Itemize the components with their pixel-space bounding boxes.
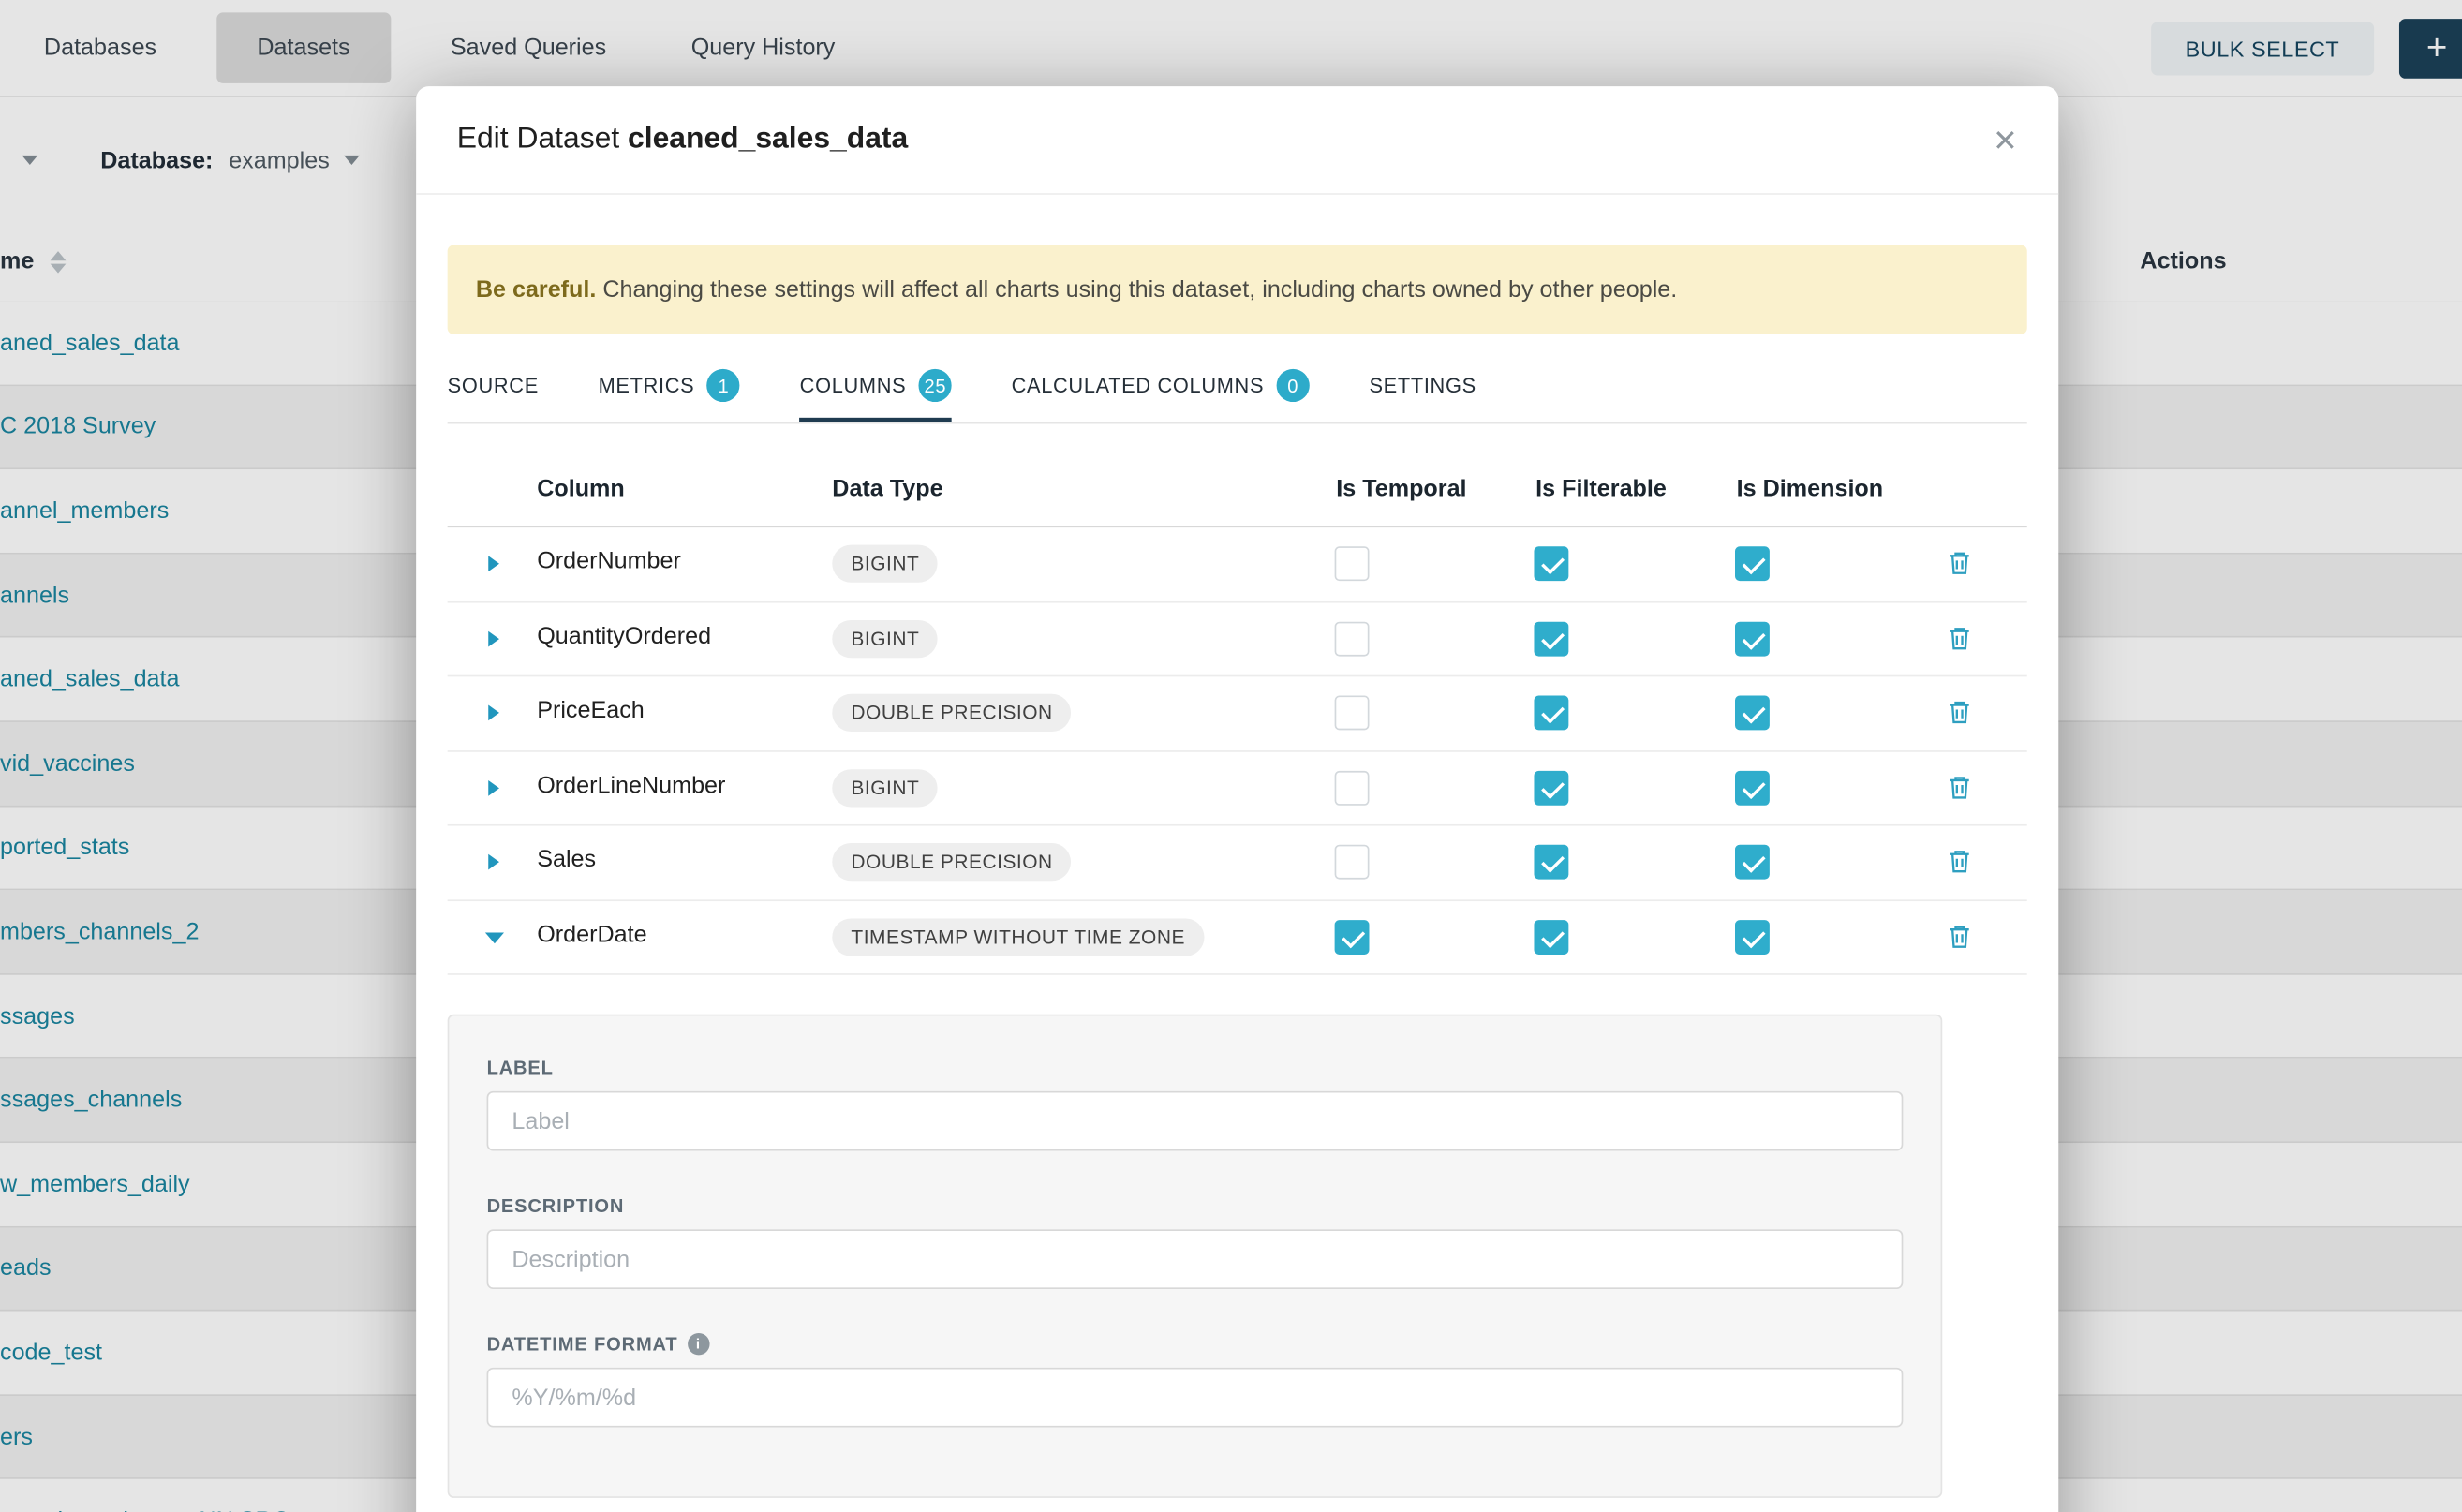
table-row: PriceEach DOUBLE PRECISION <box>448 676 2027 751</box>
delete-column-icon[interactable] <box>1947 923 1972 949</box>
checkbox-is-dimension[interactable] <box>1735 845 1770 880</box>
delete-column-icon[interactable] <box>1947 550 1972 576</box>
checkbox-is-temporal[interactable] <box>1335 546 1370 581</box>
data-type-pill: DOUBLE PRECISION <box>832 843 1072 881</box>
columns-table: Column Data Type Is Temporal Is Filterab… <box>448 458 2027 1498</box>
checkbox-is-filterable[interactable] <box>1534 621 1568 656</box>
modal-title-dataset-name: cleaned_sales_data <box>628 123 908 156</box>
data-type-pill: BIGINT <box>832 768 938 806</box>
expand-caret-icon[interactable] <box>488 854 499 870</box>
metrics-count-badge: 1 <box>707 369 740 402</box>
expand-caret-icon[interactable] <box>488 705 499 721</box>
header-is-temporal: Is Temporal <box>1336 476 1466 502</box>
warning-text: Be careful. Changing these settings will… <box>476 276 1677 303</box>
info-icon[interactable]: i <box>688 1333 709 1355</box>
tab-settings[interactable]: SETTINGS <box>1369 355 1476 422</box>
expand-caret-icon[interactable] <box>488 556 499 571</box>
modal-title: Edit Dataset cleaned_sales_data <box>457 123 909 157</box>
screen: Databases Datasets Saved Queries Query H… <box>0 0 2462 1512</box>
checkbox-is-temporal[interactable] <box>1335 770 1370 805</box>
table-row: OrderDate TIMESTAMP WITHOUT TIME ZONE <box>448 900 2027 975</box>
collapse-caret-icon[interactable] <box>485 932 504 943</box>
description-field-label: DESCRIPTION <box>487 1194 1904 1216</box>
warning-bold: Be careful. <box>476 276 597 303</box>
header-is-dimension: Is Dimension <box>1737 476 1883 502</box>
checkbox-is-dimension[interactable] <box>1735 621 1770 656</box>
columns-count-badge: 25 <box>919 369 952 402</box>
checkbox-is-dimension[interactable] <box>1735 770 1770 805</box>
checkbox-is-filterable[interactable] <box>1534 695 1568 730</box>
edit-dataset-modal: Edit Dataset cleaned_sales_data ✕ Be car… <box>416 86 2058 1512</box>
data-type-pill: TIMESTAMP WITHOUT TIME ZONE <box>832 918 1204 956</box>
table-row: QuantityOrdered BIGINT <box>448 602 2027 677</box>
table-row: Sales DOUBLE PRECISION <box>448 826 2027 901</box>
checkbox-is-temporal[interactable] <box>1335 919 1370 954</box>
column-detail-panel: LABEL DESCRIPTION DATETIME FORMAT i <box>448 1015 1943 1498</box>
checkbox-is-dimension[interactable] <box>1735 695 1770 730</box>
tab-calculated-columns[interactable]: CALCULATED COLUMNS0 <box>1012 355 1310 422</box>
column-name: QuantityOrdered <box>537 623 711 649</box>
checkbox-is-dimension[interactable] <box>1735 919 1770 954</box>
label-field-label: LABEL <box>487 1057 1904 1078</box>
modal-title-prefix: Edit Dataset <box>457 123 619 156</box>
delete-column-icon[interactable] <box>1947 848 1972 874</box>
table-row: OrderNumber BIGINT <box>448 527 2027 602</box>
header-data-type: Data Type <box>832 476 942 502</box>
data-type-pill: BIGINT <box>832 619 938 657</box>
checkbox-is-temporal[interactable] <box>1335 695 1370 730</box>
description-input[interactable] <box>487 1229 1904 1289</box>
header-column: Column <box>537 476 625 502</box>
checkbox-is-filterable[interactable] <box>1534 845 1568 880</box>
modal-header: Edit Dataset cleaned_sales_data ✕ <box>416 86 2058 195</box>
column-name: OrderLineNumber <box>537 772 725 798</box>
delete-column-icon[interactable] <box>1947 699 1972 725</box>
column-name: OrderDate <box>537 921 646 947</box>
checkbox-is-dimension[interactable] <box>1735 546 1770 581</box>
data-type-pill: BIGINT <box>832 545 938 583</box>
datetime-format-input[interactable] <box>487 1368 1904 1428</box>
tab-metrics[interactable]: METRICS1 <box>599 355 740 422</box>
column-name: Sales <box>537 846 596 872</box>
warning-banner: Be careful. Changing these settings will… <box>448 245 2027 334</box>
checkbox-is-temporal[interactable] <box>1335 621 1370 656</box>
delete-column-icon[interactable] <box>1947 773 1972 799</box>
column-name: PriceEach <box>537 697 645 723</box>
header-is-filterable: Is Filterable <box>1535 476 1667 502</box>
label-input[interactable] <box>487 1091 1904 1151</box>
tab-columns[interactable]: COLUMNS25 <box>800 355 952 422</box>
expand-caret-icon[interactable] <box>488 630 499 646</box>
columns-table-header: Column Data Type Is Temporal Is Filterab… <box>448 458 2027 527</box>
checkbox-is-filterable[interactable] <box>1534 919 1568 954</box>
delete-column-icon[interactable] <box>1947 624 1972 650</box>
checkbox-is-temporal[interactable] <box>1335 845 1370 880</box>
expand-caret-icon[interactable] <box>488 779 499 795</box>
close-icon[interactable]: ✕ <box>1986 118 2024 167</box>
table-row: OrderLineNumber BIGINT <box>448 751 2027 826</box>
tab-source[interactable]: SOURCE <box>448 355 539 422</box>
data-type-pill: DOUBLE PRECISION <box>832 694 1072 732</box>
datetime-format-field-label: DATETIME FORMAT i <box>487 1333 1904 1355</box>
modal-tab-bar: SOURCE METRICS1 COLUMNS25 CALCULATED COL… <box>448 355 2027 424</box>
warning-rest: Changing these settings will affect all … <box>602 276 1677 303</box>
checkbox-is-filterable[interactable] <box>1534 770 1568 805</box>
checkbox-is-filterable[interactable] <box>1534 546 1568 581</box>
column-name: OrderNumber <box>537 548 681 574</box>
calculated-columns-count-badge: 0 <box>1277 369 1310 402</box>
